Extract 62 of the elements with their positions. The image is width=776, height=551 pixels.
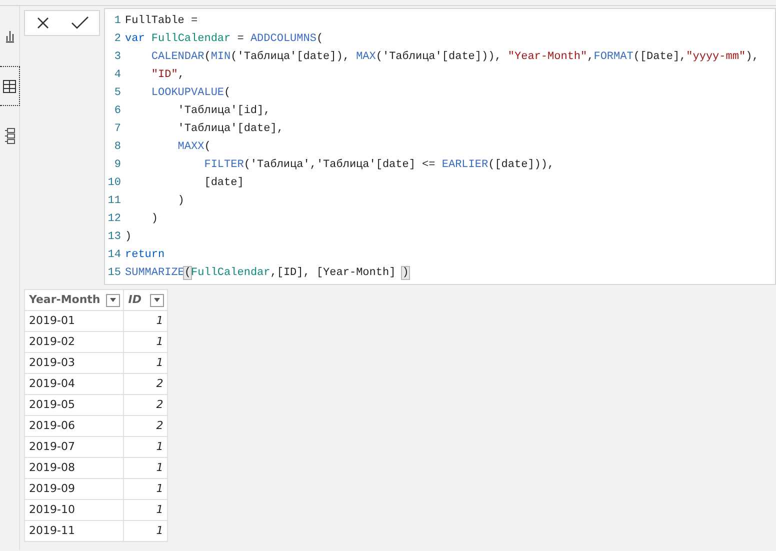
line-number: 2 bbox=[113, 32, 122, 47]
table-cell: 2019-11 bbox=[24, 520, 124, 542]
line-number: 8 bbox=[113, 140, 122, 155]
table-cell: 2019-05 bbox=[24, 394, 124, 416]
code-line: LOOKUPVALUE( bbox=[150, 86, 231, 101]
table-cell: 1 bbox=[124, 332, 168, 352]
table-cell: 1 bbox=[124, 310, 168, 332]
table-cell: 2019-08 bbox=[24, 458, 124, 478]
table-cell: 2 bbox=[124, 374, 168, 394]
table-cell: 2019-10 bbox=[24, 500, 124, 520]
column-header: ID bbox=[128, 292, 142, 308]
line-number: 12 bbox=[106, 212, 122, 227]
line-number: 7 bbox=[113, 122, 122, 137]
line-number: 15 bbox=[106, 266, 122, 281]
table-cell: 2019-03 bbox=[24, 352, 124, 374]
table-cell: 2019-09 bbox=[24, 478, 124, 500]
line-number: 10 bbox=[106, 176, 122, 191]
line-number: 6 bbox=[113, 104, 122, 119]
code-line: "ID", bbox=[150, 68, 184, 83]
table-cell: 2019-01 bbox=[24, 310, 124, 332]
code-line: var FullCalendar = ADDCOLUMNS( bbox=[125, 32, 324, 47]
code-line: 'Таблица'[date], bbox=[176, 122, 284, 137]
caret-icon bbox=[154, 298, 160, 302]
filter-dropdown-button[interactable] bbox=[150, 294, 164, 306]
line-number: 14 bbox=[106, 248, 122, 263]
column-header: Year-Month bbox=[29, 292, 100, 308]
code-line: return bbox=[125, 248, 165, 263]
line-number: 13 bbox=[106, 230, 122, 245]
line-number: 4 bbox=[113, 68, 122, 83]
code-line: MAXX( bbox=[176, 140, 211, 155]
table-icon[interactable] bbox=[0, 66, 20, 106]
table-cell: 2 bbox=[124, 394, 168, 416]
code-line: CALENDAR(MIN('Таблица'[date]), MAX('Таблица'[date])), "Year-Month",FORMAT([Date],"yyyy-mm"), bbox=[150, 50, 759, 65]
code-line: SUMMARIZE(FullCalendar,[ID], [Year-Month] ) bbox=[125, 266, 409, 281]
table-cell: 2019-02 bbox=[24, 332, 124, 352]
table-cell: 2019-04 bbox=[24, 374, 124, 394]
code-line: ) bbox=[176, 194, 184, 209]
line-number: 1 bbox=[113, 14, 122, 29]
code-line: FILTER('Таблица','Таблица'[date] <= EARLIER([date])), bbox=[203, 158, 554, 173]
code-line: [date] bbox=[203, 176, 244, 191]
table-cell: 1 bbox=[124, 478, 168, 500]
code-line: ) bbox=[125, 230, 132, 245]
table-cell: 2019-07 bbox=[24, 436, 124, 458]
commit-button[interactable] bbox=[70, 16, 88, 30]
table-cell: 1 bbox=[124, 500, 168, 520]
line-number: 11 bbox=[106, 194, 122, 209]
code-line: ) bbox=[150, 212, 158, 227]
line-number: 5 bbox=[113, 86, 122, 101]
code-line: FullTable = bbox=[125, 14, 198, 29]
line-number: 9 bbox=[113, 158, 122, 173]
code-line: 'Таблица'[id], bbox=[176, 104, 270, 119]
table-cell: 1 bbox=[124, 520, 168, 542]
table-cell: 2 bbox=[124, 416, 168, 436]
formula-editor[interactable] bbox=[104, 8, 776, 285]
filter-dropdown-button[interactable] bbox=[106, 294, 120, 306]
table-cell: 1 bbox=[124, 436, 168, 458]
caret-icon bbox=[110, 298, 116, 302]
table-cell: 2019-06 bbox=[24, 416, 124, 436]
table-cell: 1 bbox=[124, 352, 168, 374]
table-cell: 1 bbox=[124, 458, 168, 478]
line-number: 3 bbox=[113, 50, 122, 65]
cancel-button[interactable] bbox=[36, 16, 50, 30]
